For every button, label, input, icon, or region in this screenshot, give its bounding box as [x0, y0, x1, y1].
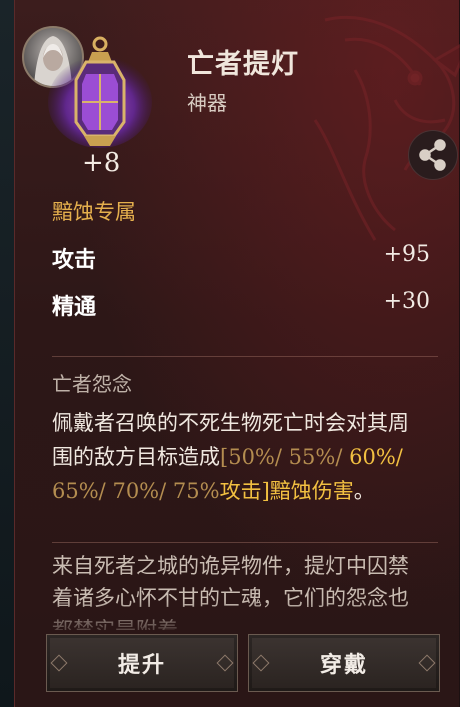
desc-pct: 50%/ — [228, 445, 282, 469]
stat-row-attack: 攻击 +95 — [52, 242, 430, 273]
upgrade-button[interactable]: 提升 — [46, 634, 238, 692]
stat-value: +30 — [383, 289, 430, 314]
divider — [52, 356, 438, 357]
divider — [52, 542, 438, 543]
left-rail — [0, 0, 15, 707]
lantern-icon — [48, 36, 152, 148]
stat-value: +95 — [383, 242, 430, 267]
desc-period: 。 — [353, 479, 375, 503]
share-button[interactable] — [408, 130, 458, 180]
stat-label: 精通 — [52, 294, 97, 320]
desc-pct: 65%/ — [52, 479, 106, 503]
desc-pct: 70%/ — [112, 479, 167, 503]
desc-pct-current: 60%/ — [349, 445, 403, 469]
desc-bracket: [ — [220, 445, 229, 469]
desc-attack: 攻击 — [219, 479, 262, 503]
stat-label: 攻击 — [52, 247, 97, 273]
item-type: 神器 — [187, 91, 227, 115]
item-level: +8 — [82, 148, 121, 178]
exclusive-tag: 黯蚀专属 — [52, 200, 136, 224]
desc-damage-type: 黯蚀伤害 — [269, 479, 354, 503]
share-icon — [419, 139, 446, 171]
item-name: 亡者提灯 — [187, 49, 299, 80]
desc-bracket: ] — [261, 479, 270, 503]
equip-button[interactable]: 穿戴 — [248, 634, 440, 692]
desc-pct: 75% — [172, 479, 220, 503]
stat-row-mastery: 精通 +30 — [52, 289, 430, 320]
desc-pct: 55%/ — [288, 445, 343, 469]
skill-name: 亡者怨念 — [52, 372, 132, 396]
skill-description: 佩戴者召唤的不死生物死亡时会对其周围的敌方目标造成[50%/ 55%/ 60%/… — [52, 406, 422, 508]
